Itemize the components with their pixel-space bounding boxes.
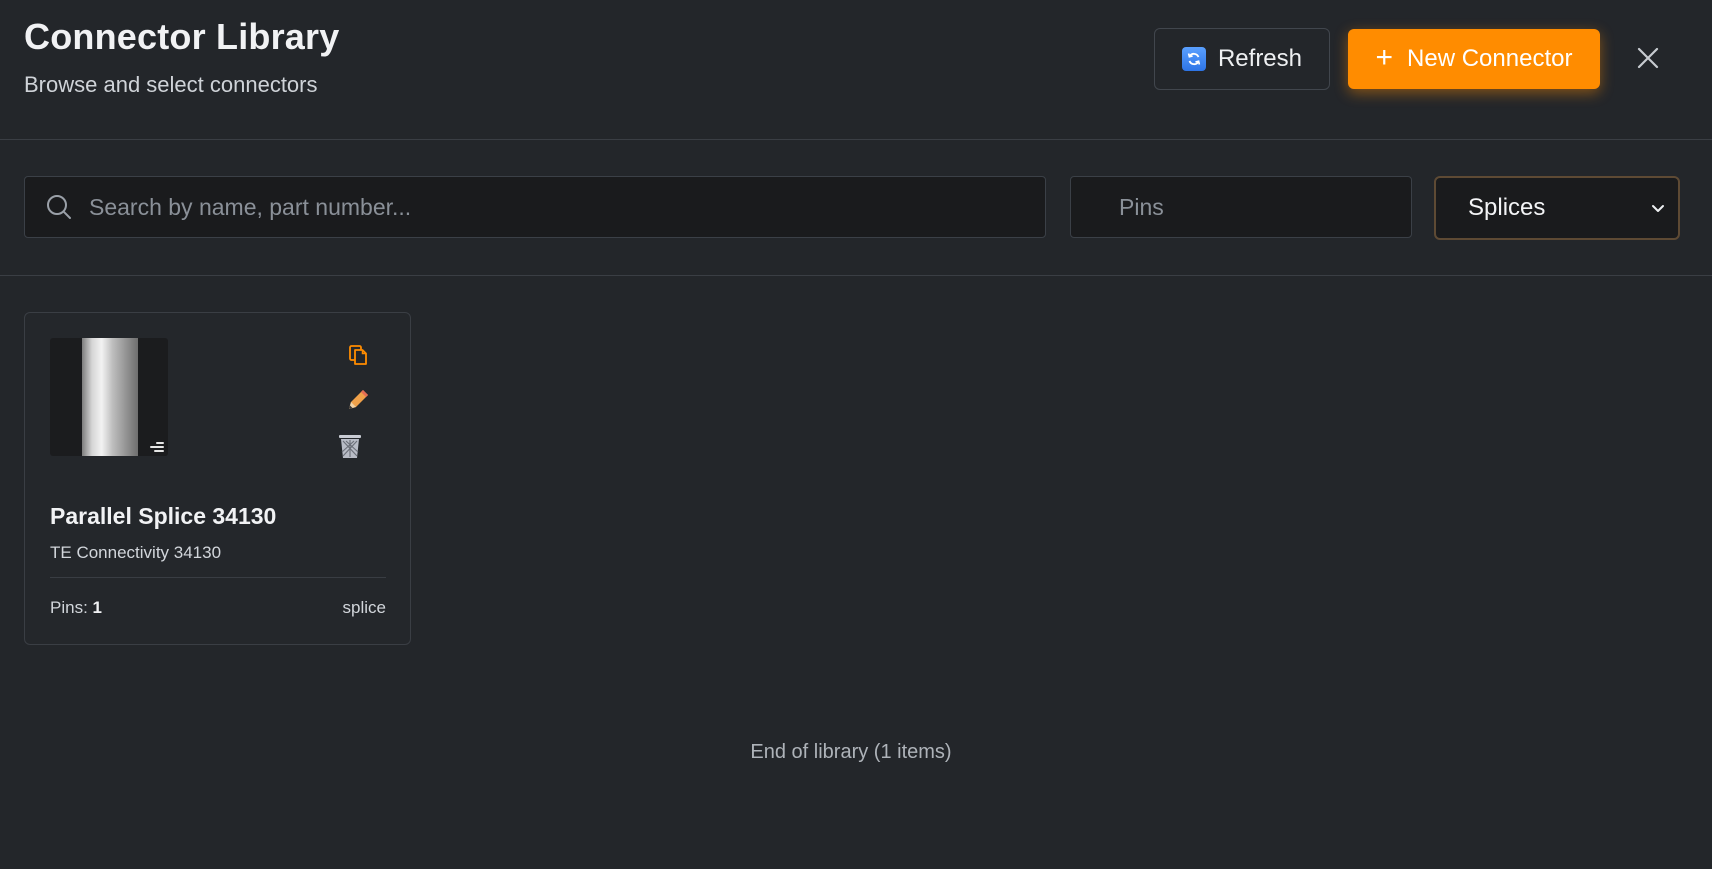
page-subtitle: Browse and select connectors bbox=[24, 72, 318, 97]
end-of-library-text: End of library (1 items) bbox=[750, 741, 952, 763]
connector-part-number: TE Connectivity 34130 bbox=[50, 543, 222, 562]
card-divider bbox=[50, 577, 386, 578]
search-icon bbox=[47, 195, 71, 219]
page-title: Connector Library bbox=[24, 16, 340, 57]
connector-thumbnail bbox=[50, 338, 168, 456]
chevron-down-icon bbox=[1652, 205, 1664, 212]
new-connector-label: New Connector bbox=[1407, 45, 1573, 72]
type-filter-select[interactable]: Splices bbox=[1434, 176, 1680, 240]
pins-filter-input[interactable] bbox=[1070, 176, 1412, 238]
close-button[interactable] bbox=[1632, 42, 1664, 74]
edit-button[interactable] bbox=[343, 385, 373, 415]
type-filter-value: Splices bbox=[1468, 194, 1546, 221]
connector-type: splice bbox=[342, 598, 386, 617]
connector-pins: Pins: 1 bbox=[50, 598, 102, 618]
header: Connector Library Browse and select conn… bbox=[0, 0, 1712, 140]
filter-bar: Splices bbox=[0, 140, 1712, 276]
new-connector-button[interactable]: + New Connector bbox=[1348, 29, 1600, 89]
multi-image-badge-icon bbox=[144, 438, 168, 456]
delete-button[interactable] bbox=[335, 431, 365, 461]
refresh-button-label: Refresh bbox=[1217, 45, 1303, 72]
connector-card[interactable]: Parallel Splice 34130 TE Connectivity 34… bbox=[24, 312, 411, 645]
refresh-button[interactable]: Refresh bbox=[1154, 28, 1330, 90]
copy-button[interactable] bbox=[343, 340, 373, 370]
search-box bbox=[24, 176, 1046, 238]
copy-icon bbox=[349, 345, 367, 365]
plus-icon: + bbox=[1375, 41, 1394, 74]
close-icon bbox=[1637, 47, 1659, 69]
connector-name: Parallel Splice 34130 bbox=[50, 503, 277, 529]
refresh-icon bbox=[1181, 47, 1206, 71]
splice-image bbox=[82, 338, 138, 456]
trash-icon bbox=[339, 435, 361, 458]
pins-value: 1 bbox=[92, 598, 102, 617]
search-input[interactable] bbox=[73, 177, 1045, 237]
pencil-icon bbox=[349, 390, 368, 409]
pins-label: Pins: bbox=[50, 598, 88, 617]
